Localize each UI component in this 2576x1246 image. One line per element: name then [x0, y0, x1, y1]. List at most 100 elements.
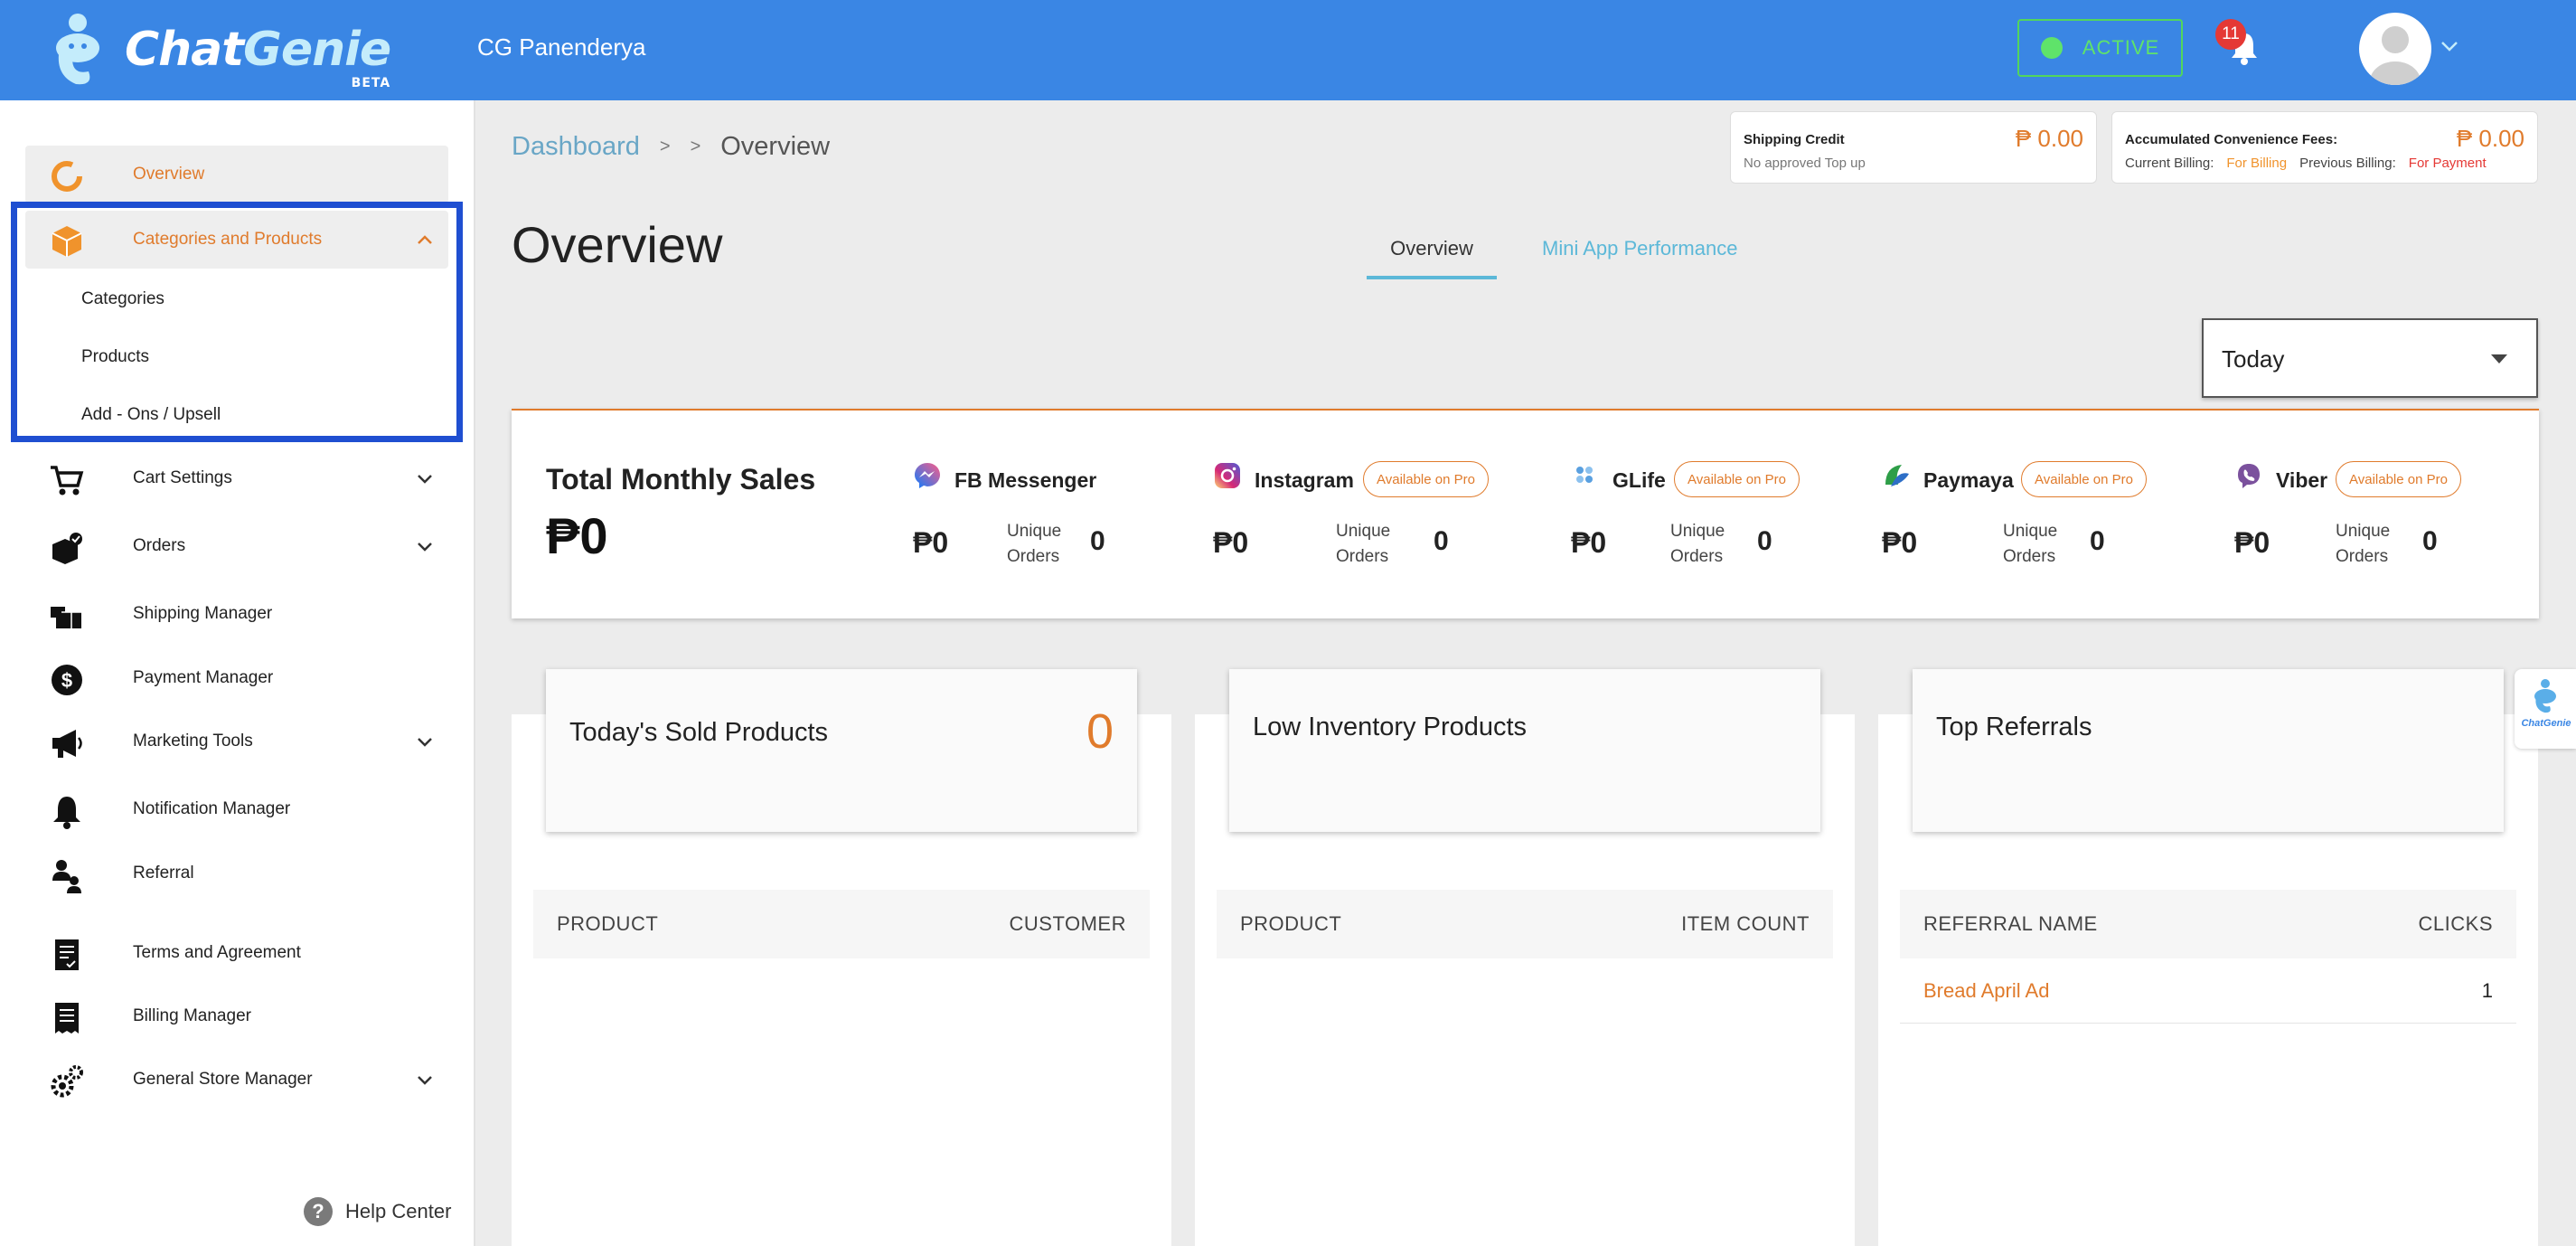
sales-title: Total Monthly Sales: [546, 463, 816, 496]
referral-clicks: 1: [2481, 978, 2493, 1002]
tab-mini-app-performance[interactable]: Mini App Performance: [1542, 237, 1737, 260]
period-select-value: Today: [2222, 345, 2285, 373]
panel-title: Top Referrals: [1936, 713, 2092, 741]
todays-sold-products-panel: Today's Sold Products 0 PRODUCT CUSTOMER: [512, 669, 1171, 1246]
sidebar-item-overview[interactable]: Overview: [25, 146, 448, 203]
overview-icon: [52, 161, 82, 192]
channel-paymaya: Paymaya Available on Pro ₱0 Unique Orders…: [1882, 461, 2189, 579]
sidebar-item-billing-manager[interactable]: Billing Manager: [25, 987, 448, 1045]
caret-down-icon: [2491, 354, 2507, 363]
sidebar-item-marketing-tools[interactable]: Marketing Tools: [25, 713, 448, 770]
document-icon: [55, 939, 79, 970]
channel-name: FB Messenger: [954, 468, 1097, 492]
gears-icon: [51, 1065, 83, 1098]
shipping-icon: [51, 607, 81, 628]
page-title: Overview: [512, 216, 723, 273]
channel-orders-count: 0: [1757, 526, 1772, 556]
question-icon: ?: [304, 1197, 333, 1226]
glife-icon: [1576, 467, 1593, 483]
channel-orders-count: 0: [1434, 526, 1449, 556]
previous-billing-value: For Payment: [2408, 156, 2487, 171]
convenience-fees-title: Accumulated Convenience Fees:: [2125, 132, 2338, 147]
table-header: REFERRAL NAME CLICKS: [1900, 890, 2516, 958]
sidebar-item-label: General Store Manager: [133, 1070, 313, 1089]
help-center-label: Help Center: [345, 1200, 452, 1222]
chevron-down-icon[interactable]: [2440, 36, 2459, 56]
table-row[interactable]: Bread April Ad 1: [1900, 958, 2516, 1024]
column-header-product: PRODUCT: [1240, 912, 1342, 935]
logo-wordmark: ChatGenie BETA: [125, 23, 391, 90]
unique-orders-label: Unique Orders: [2336, 522, 2391, 566]
channel-orders-count: 0: [2422, 526, 2438, 556]
sidebar-item-payment-manager[interactable]: $ Payment Manager: [25, 649, 448, 707]
channel-name: Viber: [2276, 468, 2328, 492]
available-on-pro-badge[interactable]: Available on Pro: [2021, 461, 2147, 497]
low-inventory-products-panel: Low Inventory Products PRODUCT ITEM COUN…: [1195, 669, 1855, 1246]
convenience-fees-card[interactable]: Accumulated Convenience Fees: ₱ 0.00 Cur…: [2111, 111, 2538, 184]
panel-header: Top Referrals: [1913, 669, 2504, 832]
table-header: PRODUCT ITEM COUNT: [1217, 890, 1833, 958]
channel-orders-count: 0: [2090, 526, 2105, 556]
tab-overview[interactable]: Overview: [1367, 237, 1497, 260]
chevron-down-icon[interactable]: [414, 731, 436, 752]
convenience-fees-amount: ₱ 0.00: [2456, 125, 2524, 152]
help-center-link[interactable]: ? Help Center: [304, 1197, 451, 1226]
breadcrumb-separator: >: [690, 137, 701, 156]
available-on-pro-badge[interactable]: Available on Pro: [2336, 461, 2461, 497]
chat-widget-label: ChatGenie: [2521, 718, 2571, 729]
current-billing-value: For Billing: [2226, 156, 2288, 171]
channel-amount: ₱0: [2234, 526, 2270, 559]
sidebar-item-label: Payment Manager: [133, 668, 274, 687]
sidebar-item-notification-manager[interactable]: Notification Manager: [25, 780, 448, 838]
column-header-referral-name: REFERRAL NAME: [1923, 912, 2098, 935]
panel-header: Low Inventory Products: [1229, 669, 1820, 832]
channel-orders-count: 0: [1090, 526, 1105, 556]
breadcrumb-separator: >: [659, 137, 671, 156]
user-avatar[interactable]: [2359, 13, 2431, 85]
sidebar-item-referral[interactable]: Referral: [25, 845, 448, 902]
sidebar-item-label: Shipping Manager: [133, 604, 273, 623]
period-select[interactable]: Today: [2202, 318, 2538, 398]
chat-widget-button[interactable]: ChatGenie: [2515, 669, 2576, 749]
chevron-down-icon[interactable]: [414, 1069, 436, 1090]
logo[interactable]: ChatGenie BETA: [49, 9, 391, 90]
channel-amount: ₱0: [913, 526, 949, 559]
available-on-pro-badge[interactable]: Available on Pro: [1363, 461, 1489, 497]
unique-orders-label: Unique Orders: [1336, 522, 1391, 566]
sidebar-item-label: Terms and Agreement: [133, 943, 301, 962]
billing-status-row: Current Billing: For Billing Previous Bi…: [2125, 156, 2487, 171]
unique-orders-label: Unique Orders: [1007, 522, 1062, 566]
panel-count: 0: [1086, 704, 1114, 759]
available-on-pro-badge[interactable]: Available on Pro: [1674, 461, 1800, 497]
previous-billing-label: Previous Billing:: [2299, 156, 2396, 171]
sidebar-item-shipping-manager[interactable]: Shipping Manager: [25, 585, 448, 643]
shipping-credit-card[interactable]: Shipping Credit ₱ 0.00 No approved Top u…: [1730, 111, 2097, 184]
instagram-icon: [1215, 463, 1240, 488]
channel-amount: ₱0: [1213, 526, 1249, 559]
sidebar-item-terms-and-agreement[interactable]: Terms and Agreement: [25, 924, 448, 982]
chevron-down-icon[interactable]: [414, 535, 436, 557]
referral-icon: [52, 860, 81, 893]
receipt-icon: [55, 1003, 79, 1034]
viber-icon: [2238, 464, 2260, 488]
orders-icon: [52, 533, 82, 564]
active-tab-indicator: [1367, 276, 1497, 279]
chevron-down-icon[interactable]: [414, 467, 436, 489]
channel-glife: GLife Available on Pro ₱0 Unique Orders 0: [1571, 461, 1878, 579]
store-status-button[interactable]: ACTIVE: [2017, 19, 2183, 77]
status-label: ACTIVE: [2082, 36, 2160, 59]
top-referrals-panel: Top Referrals REFERRAL NAME CLICKS Bread…: [1878, 669, 2538, 1246]
dollar-icon: $: [52, 665, 82, 695]
sidebar-item-label: Orders: [133, 536, 186, 555]
user-silhouette-icon: [2370, 26, 2421, 85]
sidebar-item-general-store-manager[interactable]: General Store Manager: [25, 1051, 448, 1109]
paymaya-icon: [1885, 465, 1909, 486]
sidebar-item-cart-settings[interactable]: Cart Settings: [25, 449, 448, 507]
sidebar-item-label: Cart Settings: [133, 468, 232, 487]
bell-icon: [53, 797, 80, 829]
sidebar-item-orders[interactable]: Orders: [25, 517, 448, 575]
breadcrumb-dashboard-link[interactable]: Dashboard: [512, 132, 640, 162]
referral-name-link[interactable]: Bread April Ad: [1923, 979, 2049, 1003]
shipping-credit-amount: ₱ 0.00: [2015, 125, 2083, 152]
panel-header: Today's Sold Products 0: [546, 669, 1137, 832]
